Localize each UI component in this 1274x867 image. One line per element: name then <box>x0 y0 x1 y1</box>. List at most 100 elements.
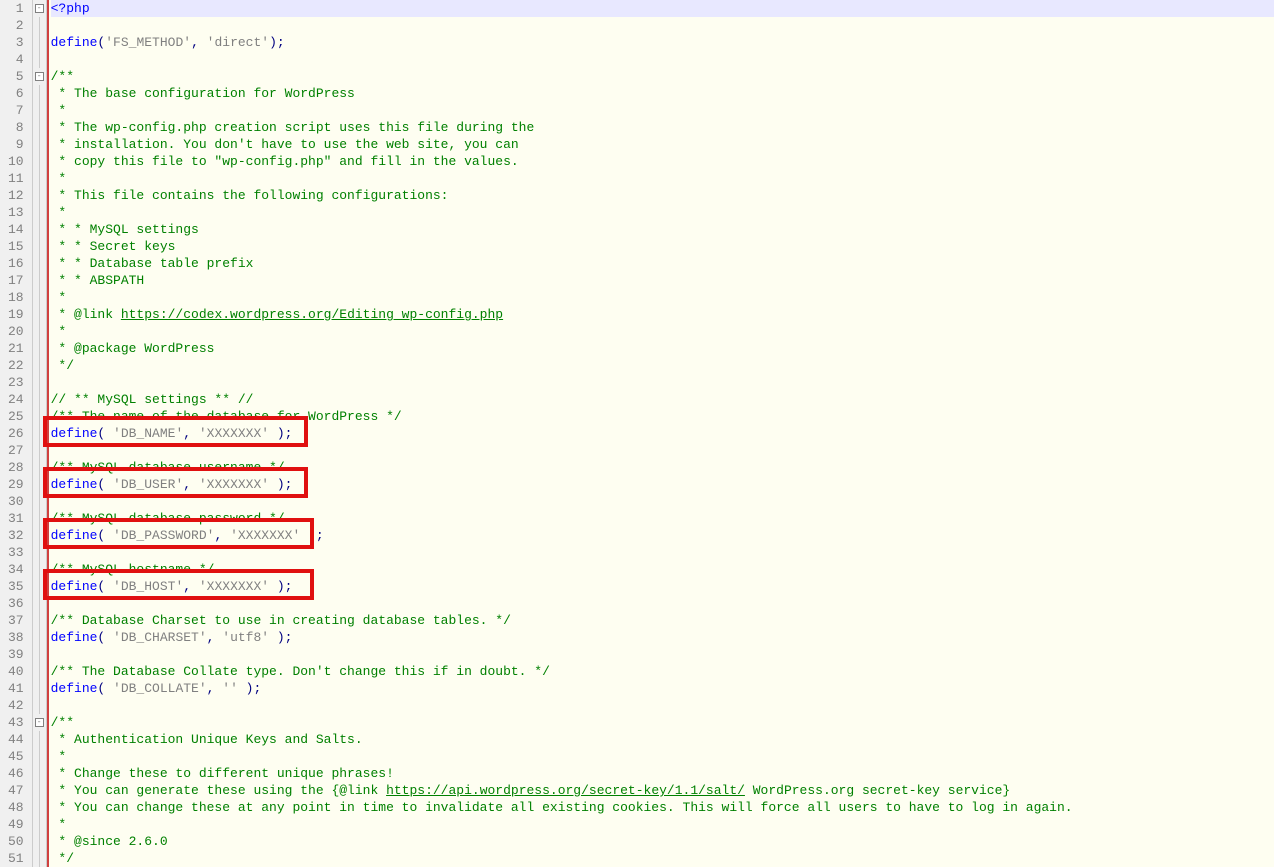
code-line[interactable]: * <box>51 323 1274 340</box>
code-line[interactable]: define( 'DB_NAME', 'XXXXXXX' ); <box>51 425 1274 442</box>
line-number[interactable]: 25 <box>8 408 24 425</box>
line-number[interactable]: 5 <box>8 68 24 85</box>
code-line[interactable] <box>51 646 1274 663</box>
code-line[interactable]: * Change these to different unique phras… <box>51 765 1274 782</box>
code-line[interactable]: * @since 2.6.0 <box>51 833 1274 850</box>
line-number[interactable]: 20 <box>8 323 24 340</box>
line-number[interactable]: 6 <box>8 85 24 102</box>
code-line[interactable]: * * MySQL settings <box>51 221 1274 238</box>
code-line[interactable]: /** The Database Collate type. Don't cha… <box>51 663 1274 680</box>
line-number[interactable]: 32 <box>8 527 24 544</box>
line-number[interactable]: 14 <box>8 221 24 238</box>
line-number[interactable]: 7 <box>8 102 24 119</box>
line-number[interactable]: 18 <box>8 289 24 306</box>
line-number[interactable]: 33 <box>8 544 24 561</box>
fold-toggle-icon[interactable]: - <box>35 718 44 727</box>
code-line[interactable]: * Authentication Unique Keys and Salts. <box>51 731 1274 748</box>
line-number-gutter[interactable]: 1234567891011121314151617181920212223242… <box>0 0 33 867</box>
line-number[interactable]: 43 <box>8 714 24 731</box>
code-line[interactable]: * * Secret keys <box>51 238 1274 255</box>
code-line[interactable]: * installation. You don't have to use th… <box>51 136 1274 153</box>
line-number[interactable]: 40 <box>8 663 24 680</box>
line-number[interactable]: 11 <box>8 170 24 187</box>
code-line[interactable]: /** <box>51 714 1274 731</box>
code-line[interactable]: /** MySQL database password */ <box>51 510 1274 527</box>
code-line[interactable]: define( 'DB_PASSWORD', 'XXXXXXX' ); <box>51 527 1274 544</box>
code-line[interactable] <box>51 442 1274 459</box>
line-number[interactable]: 23 <box>8 374 24 391</box>
line-number[interactable]: 29 <box>8 476 24 493</box>
code-line[interactable]: * * Database table prefix <box>51 255 1274 272</box>
line-number[interactable]: 48 <box>8 799 24 816</box>
code-line[interactable]: define('FS_METHOD', 'direct'); <box>51 34 1274 51</box>
code-line[interactable]: /** The name of the database for WordPre… <box>51 408 1274 425</box>
code-line[interactable] <box>51 374 1274 391</box>
code-line[interactable]: define( 'DB_HOST', 'XXXXXXX' ); <box>51 578 1274 595</box>
code-line[interactable]: * <box>51 170 1274 187</box>
line-number[interactable]: 1 <box>8 0 24 17</box>
code-line[interactable]: <?php <box>51 0 1274 17</box>
line-number[interactable]: 30 <box>8 493 24 510</box>
code-line[interactable]: * @package WordPress <box>51 340 1274 357</box>
code-line[interactable]: * <box>51 289 1274 306</box>
code-line[interactable] <box>51 493 1274 510</box>
code-line[interactable]: /** MySQL database username */ <box>51 459 1274 476</box>
code-line[interactable]: */ <box>51 357 1274 374</box>
code-line[interactable]: define( 'DB_COLLATE', '' ); <box>51 680 1274 697</box>
code-line[interactable]: * The base configuration for WordPress <box>51 85 1274 102</box>
code-line[interactable]: * <box>51 204 1274 221</box>
line-number[interactable]: 37 <box>8 612 24 629</box>
code-line[interactable]: * @link https://codex.wordpress.org/Edit… <box>51 306 1274 323</box>
line-number[interactable]: 38 <box>8 629 24 646</box>
line-number[interactable]: 34 <box>8 561 24 578</box>
code-line[interactable]: */ <box>51 850 1274 867</box>
line-number[interactable]: 13 <box>8 204 24 221</box>
line-number[interactable]: 26 <box>8 425 24 442</box>
line-number[interactable]: 45 <box>8 748 24 765</box>
line-number[interactable]: 50 <box>8 833 24 850</box>
line-number[interactable]: 19 <box>8 306 24 323</box>
code-line[interactable]: * <box>51 102 1274 119</box>
line-number[interactable]: 42 <box>8 697 24 714</box>
line-number[interactable]: 46 <box>8 765 24 782</box>
line-number[interactable]: 10 <box>8 153 24 170</box>
line-number[interactable]: 41 <box>8 680 24 697</box>
line-number[interactable]: 31 <box>8 510 24 527</box>
fold-toggle-icon[interactable]: - <box>35 72 44 81</box>
code-line[interactable]: * * ABSPATH <box>51 272 1274 289</box>
line-number[interactable]: 21 <box>8 340 24 357</box>
line-number[interactable]: 27 <box>8 442 24 459</box>
code-line[interactable] <box>51 544 1274 561</box>
line-number[interactable]: 35 <box>8 578 24 595</box>
code-line[interactable]: * You can generate these using the {@lin… <box>51 782 1274 799</box>
line-number[interactable]: 9 <box>8 136 24 153</box>
code-line[interactable]: * The wp-config.php creation script uses… <box>51 119 1274 136</box>
line-number[interactable]: 47 <box>8 782 24 799</box>
line-number[interactable]: 15 <box>8 238 24 255</box>
line-number[interactable]: 22 <box>8 357 24 374</box>
code-line[interactable] <box>51 595 1274 612</box>
code-line[interactable]: * <box>51 816 1274 833</box>
code-line[interactable]: // ** MySQL settings ** // <box>51 391 1274 408</box>
line-number[interactable]: 17 <box>8 272 24 289</box>
code-line[interactable]: define( 'DB_USER', 'XXXXXXX' ); <box>51 476 1274 493</box>
line-number[interactable]: 36 <box>8 595 24 612</box>
code-line[interactable] <box>51 51 1274 68</box>
code-area[interactable]: <?php define('FS_METHOD', 'direct'); /** *… <box>49 0 1274 867</box>
line-number[interactable]: 24 <box>8 391 24 408</box>
code-line[interactable]: * <box>51 748 1274 765</box>
line-number[interactable]: 28 <box>8 459 24 476</box>
code-line[interactable]: * This file contains the following confi… <box>51 187 1274 204</box>
line-number[interactable]: 49 <box>8 816 24 833</box>
line-number[interactable]: 12 <box>8 187 24 204</box>
code-line[interactable] <box>51 697 1274 714</box>
code-line[interactable]: * You can change these at any point in t… <box>51 799 1274 816</box>
line-number[interactable]: 4 <box>8 51 24 68</box>
line-number[interactable]: 51 <box>8 850 24 867</box>
line-number[interactable]: 39 <box>8 646 24 663</box>
line-number[interactable]: 8 <box>8 119 24 136</box>
code-line[interactable]: * copy this file to "wp-config.php" and … <box>51 153 1274 170</box>
line-number[interactable]: 2 <box>8 17 24 34</box>
line-number[interactable]: 16 <box>8 255 24 272</box>
code-line[interactable]: /** MySQL hostname */ <box>51 561 1274 578</box>
